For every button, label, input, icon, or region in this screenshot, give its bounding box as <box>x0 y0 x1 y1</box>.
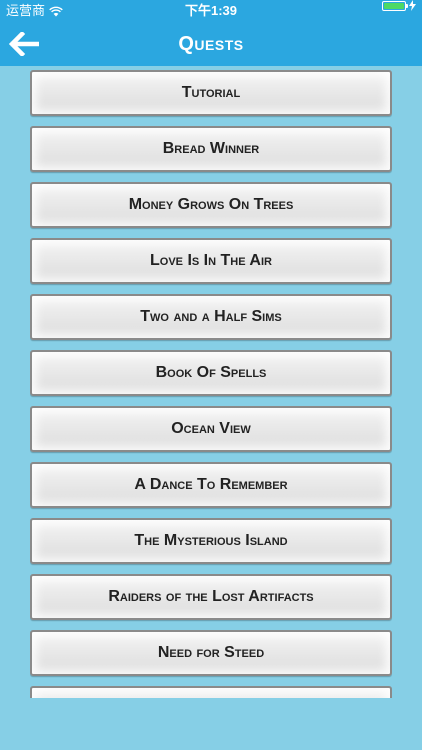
status-time: 下午1:39 <box>184 3 238 18</box>
quest-item[interactable]: The Mysterious Island <box>30 518 392 564</box>
quest-label: Two and a Half Sims <box>140 308 282 325</box>
quest-label: Bread Winner <box>162 140 260 157</box>
quest-item[interactable]: Bread Winner <box>30 126 392 172</box>
quest-label: The Mysterious Island <box>134 532 288 549</box>
quest-item[interactable]: Ocean View <box>30 406 392 452</box>
nav-bar: Quests <box>0 22 422 66</box>
quest-label: Need for Steed <box>157 644 265 661</box>
quest-item[interactable]: Need for Steed <box>30 630 392 676</box>
quest-item[interactable]: Tutorial <box>30 70 392 116</box>
quest-item[interactable]: Money Grows On Trees <box>30 182 392 228</box>
quest-label: Ocean View <box>171 420 251 437</box>
quest-list: Tutorial Bread Winner Money Grows On Tre… <box>30 70 392 698</box>
quest-item[interactable]: Two and a Half Sims <box>30 294 392 340</box>
quest-label: Money Grows On Trees <box>128 196 294 213</box>
status-right <box>382 0 416 11</box>
quest-label: A Dance To Remember <box>134 476 288 493</box>
charging-bolt-icon <box>409 0 416 11</box>
quest-item[interactable] <box>30 686 392 698</box>
quest-label: Love Is In The Air <box>150 252 272 269</box>
quest-label: Raiders of the Lost Artifacts <box>108 588 314 605</box>
quest-item[interactable]: Book Of Spells <box>30 350 392 396</box>
quest-label: Book Of Spells <box>155 364 267 381</box>
status-bar: 运营商 下午1:39 <box>0 0 422 22</box>
battery-icon <box>382 0 408 11</box>
quest-item[interactable]: Love Is In The Air <box>30 238 392 284</box>
quest-item[interactable]: A Dance To Remember <box>30 462 392 508</box>
quest-label: Tutorial <box>181 84 241 101</box>
top-bar: 运营商 下午1:39 Quests <box>0 0 422 66</box>
page-title: Quests <box>178 33 244 55</box>
quest-item[interactable]: Raiders of the Lost Artifacts <box>30 574 392 620</box>
